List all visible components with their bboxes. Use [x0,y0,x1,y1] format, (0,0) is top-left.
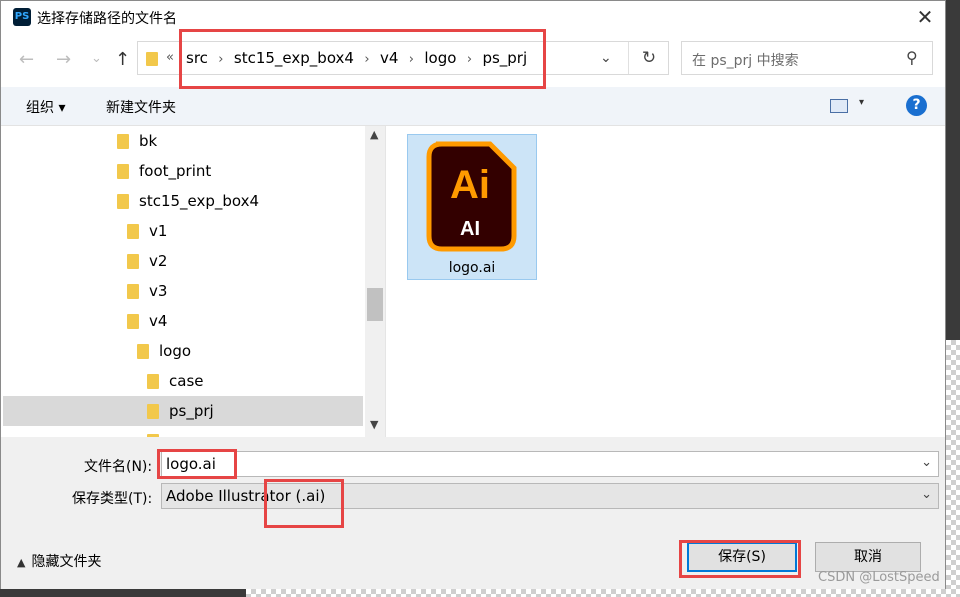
refresh-icon[interactable]: ↻ [628,42,669,74]
cancel-button[interactable]: 取消 [815,542,921,572]
tree-item-v1[interactable]: v1 [3,216,363,246]
ai-icon-small-text: AI [460,218,480,240]
recent-locations-chevron-icon[interactable]: ⌄ [91,51,102,66]
scroll-up-arrow-icon[interactable]: ▲ [370,128,378,141]
breadcrumb-separator-icon[interactable]: › [354,52,380,67]
tree-scrollbar[interactable]: ▲ ▼ [365,126,385,437]
new-folder-button[interactable]: 新建文件夹 [106,97,176,117]
organize-menu-button[interactable]: 组织 ▾ [26,97,65,117]
tree-item-label: v2 [149,252,168,270]
breadcrumb-separator-icon[interactable]: › [208,52,234,67]
command-toolbar: 组织 ▾ 新建文件夹 ▾ ? [1,87,945,126]
navigation-tree: bk foot_print stc15_exp_box4 v1 v2 v3 v4 [3,126,386,437]
folder-icon [127,224,139,239]
tree-item-label: v1 [149,222,168,240]
title-bar: PS 选择存储路径的文件名 ✕ [1,1,945,33]
tree-item-ps-prj[interactable]: ps_prj [3,396,363,426]
tree-item-label: stc15_exp_box4 [139,192,260,210]
ai-icon-large-text: Ai [450,163,490,207]
photoshop-icon: PS [13,8,31,26]
tree-item-label: v3 [149,282,168,300]
breadcrumb-item[interactable]: src [186,49,208,67]
back-arrow-icon[interactable]: ← [19,49,34,70]
tree-item-v2[interactable]: v2 [3,246,363,276]
up-arrow-icon[interactable]: ↑ [115,49,130,70]
scroll-down-arrow-icon[interactable]: ▼ [370,418,378,431]
search-icon[interactable]: ⚲ [906,48,918,67]
breadcrumb-item[interactable]: v4 [380,49,398,67]
folder-icon [147,404,159,419]
help-icon[interactable]: ? [906,95,927,116]
tree-item-partial [3,426,363,437]
filetype-select[interactable]: Adobe Illustrator (.ai) ⌄ [161,483,939,509]
file-name-label: logo.ai [448,260,496,276]
transparency-checker [246,589,960,597]
search-input[interactable]: 在 ps_prj 中搜索 [692,50,799,70]
tree-item-label: foot_print [139,162,212,180]
address-dropdown-icon[interactable]: ⌄ [600,50,612,66]
breadcrumb-separator-icon[interactable]: › [398,52,424,67]
address-bar[interactable]: « src › stc15_exp_box4 › v4 › logo › ps_prj ⌄ ↻ [137,41,669,75]
filename-dropdown-icon[interactable]: ⌄ [921,455,932,470]
filename-label: 文件名(N): [84,459,153,475]
watermark: CSDN @LostSpeed [818,570,940,585]
filetype-value: Adobe Illustrator (.ai) [166,487,326,505]
folder-icon [117,194,129,209]
folder-icon [117,134,129,149]
tree-item-bk[interactable]: bk [3,126,363,156]
file-list-pane: Ai AI logo.ai [387,126,945,437]
tree-item-stc15-exp-box4[interactable]: stc15_exp_box4 [3,186,363,216]
save-form-panel: 文件名(N): logo.ai ⌄ 保存类型(T): Adobe Illustr… [1,437,945,589]
folder-icon [127,284,139,299]
filename-field[interactable]: logo.ai ⌄ [161,451,939,477]
dialog-title: 选择存储路径的文件名 [37,11,177,27]
chevron-up-icon: ▲ [17,556,26,569]
filename-input[interactable]: logo.ai [166,455,216,473]
filetype-dropdown-icon[interactable]: ⌄ [921,487,932,502]
tree-item-foot-print[interactable]: foot_print [3,156,363,186]
breadcrumb-separator-icon[interactable]: › [456,52,482,67]
tree-item-v4[interactable]: v4 [3,306,363,336]
hide-folders-label: 隐藏文件夹 [31,554,102,570]
folder-icon [146,52,158,66]
folder-icon [147,374,159,389]
overflow-chevron-icon[interactable]: « [166,50,174,65]
tree-item-label: logo [159,342,192,360]
close-icon[interactable]: ✕ [911,3,939,31]
folder-icon [117,164,129,179]
scrollbar-thumb[interactable] [367,288,383,321]
tree-item-label: ps_prj [169,402,214,420]
transparency-checker [946,340,960,597]
tree-item-label: bk [139,132,158,150]
search-box[interactable]: 在 ps_prj 中搜索 ⚲ [681,41,933,75]
file-item-logo-ai[interactable]: Ai AI logo.ai [407,134,537,280]
view-dropdown-icon[interactable]: ▾ [859,97,864,108]
tree-item-case[interactable]: case [3,366,363,396]
breadcrumb: src › stc15_exp_box4 › v4 › logo › ps_prj [186,49,527,69]
save-dialog: PS 选择存储路径的文件名 ✕ ← → ⌄ ↑ « src › stc15_exp_… [0,0,946,589]
breadcrumb-item[interactable]: logo [424,49,456,67]
folder-icon [127,314,139,329]
tree-item-v3[interactable]: v3 [3,276,363,306]
save-button[interactable]: 保存(S) [687,542,797,572]
background-canvas-bottom [0,589,960,597]
navigation-row: ← → ⌄ ↑ « src › stc15_exp_box4 › v4 › logo › ps_… [1,37,945,83]
tree-item-logo[interactable]: logo [3,336,363,366]
background-canvas-right [946,0,960,597]
folder-icon [127,254,139,269]
hide-folders-toggle[interactable]: ▲ 隐藏文件夹 [17,551,101,571]
filetype-label: 保存类型(T): [72,491,153,507]
view-options-icon[interactable] [830,99,848,113]
forward-arrow-icon[interactable]: → [56,49,71,70]
breadcrumb-item[interactable]: stc15_exp_box4 [234,49,354,67]
adobe-illustrator-icon: Ai AI [426,141,517,252]
folder-icon [137,344,149,359]
breadcrumb-item[interactable]: ps_prj [482,49,527,67]
tree-item-label: v4 [149,312,168,330]
tree-item-label: case [169,372,204,390]
